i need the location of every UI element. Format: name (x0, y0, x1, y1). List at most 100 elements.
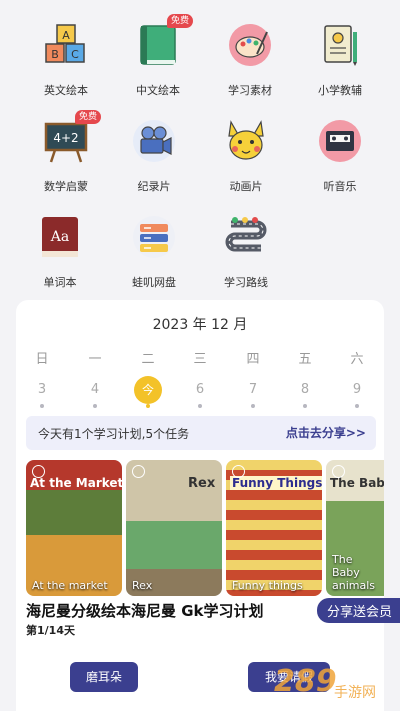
menu-label: 学习路线 (224, 276, 268, 289)
date-row: 3 4 今 6 7 8 9 (16, 376, 384, 408)
chalkboard-text: 4+2 (53, 131, 78, 145)
date-number: 7 (248, 382, 258, 397)
book-caption: At the market (32, 579, 108, 592)
share-link[interactable]: 点击去分享>> (286, 424, 366, 441)
weekday-label: 一 (88, 352, 102, 367)
worksheet-icon (324, 25, 357, 66)
menu-label: 听音乐 (323, 180, 357, 193)
menu-label: 蛙叽网盘 (132, 276, 176, 289)
date-number: 4 (90, 382, 100, 397)
task-dot (40, 404, 44, 408)
task-dot (146, 404, 150, 408)
menu-label: 英文绘本 (44, 84, 88, 97)
select-circle[interactable] (32, 465, 45, 478)
menu-learning-materials[interactable]: 学习素材 (200, 22, 300, 98)
dictionary-text: Aa (50, 229, 69, 245)
road-route-icon (225, 217, 267, 252)
menu-label: 中文绘本 (136, 84, 180, 97)
menu-listen-music[interactable]: 听音乐 (290, 118, 390, 194)
cassette-icon (319, 120, 361, 162)
menu-math-enlightenment[interactable]: 4+2 免费 数学启蒙 (16, 110, 116, 194)
weekday-row: 日 一 二 三 四 五 六 (16, 348, 384, 367)
free-badge: 免费 (74, 110, 101, 124)
menu-label: 单词本 (43, 276, 77, 289)
date-number: 3 (37, 382, 47, 397)
cloud-drive-icon (133, 216, 175, 258)
date-cell-today[interactable]: 今 (133, 376, 163, 408)
menu-label: 小学教辅 (318, 84, 362, 97)
select-circle[interactable] (232, 465, 245, 478)
menu-learning-route[interactable]: 学习路线 (196, 214, 296, 290)
weekday-label: 六 (350, 352, 364, 367)
date-cell[interactable]: 7 (238, 376, 268, 408)
menu-label: 纪录片 (137, 180, 171, 193)
listen-button[interactable]: 磨耳朵 (70, 662, 138, 692)
book-cover[interactable]: The Baby The Baby animals (326, 460, 384, 596)
daily-plan-banner: 今天有1个学习计划,5个任务 点击去分享>> (26, 416, 376, 450)
task-dot (93, 404, 97, 408)
course-progress: 第1/14天 (26, 624, 75, 637)
task-dot (251, 404, 255, 408)
course-title: 海尼曼分级绘本海尼曼 Gk学习计划 (26, 602, 264, 620)
menu-label: 数学启蒙 (44, 180, 88, 193)
book-cover-title: Funny Things (230, 476, 322, 490)
task-dot (355, 404, 359, 408)
book-cover-title: Rex (188, 476, 216, 491)
plan-summary: 今天有1个学习计划,5个任务 (38, 427, 190, 441)
menu-chinese-picture-books[interactable]: 免费 中文绘本 (108, 14, 208, 98)
menu-primary-school-tutoring[interactable]: 小学教辅 (290, 22, 390, 98)
svg-text:A: A (62, 29, 70, 42)
share-vip-button[interactable]: 分享送会员 (316, 598, 400, 623)
menu-english-picture-books[interactable]: A B C 英文绘本 (16, 22, 116, 98)
watermark-number: 289 (274, 664, 337, 699)
book-caption: Funny things (232, 579, 303, 592)
menu-word-book[interactable]: Aa 单词本 (10, 214, 110, 290)
book-cover[interactable]: Funny Things Funny things (226, 460, 322, 596)
abc-blocks-icon: A B C (45, 24, 85, 63)
book-cover-title: At the Market (30, 476, 122, 490)
green-book-icon (140, 25, 176, 65)
date-number: 6 (195, 382, 205, 397)
green-book-icon-wrap: 免费 (135, 14, 193, 68)
free-badge: 免费 (166, 14, 193, 28)
chalkboard-icon: 4+2 (44, 122, 88, 163)
date-cell[interactable]: 8 (290, 376, 320, 408)
task-dot (303, 404, 307, 408)
film-camera-icon (133, 120, 175, 162)
date-cell[interactable]: 4 (80, 376, 110, 408)
book-cover-title: The Baby (330, 476, 384, 490)
date-cell[interactable]: 3 (27, 376, 57, 408)
dictionary-icon: Aa (42, 217, 78, 257)
cartoon-mouse-icon (228, 120, 264, 160)
calendar-month: 2023 年 12 月 (152, 317, 248, 333)
book-cover[interactable]: At the Market At the market (26, 460, 122, 596)
date-number: 9 (352, 382, 362, 397)
book-cover[interactable]: Rex Rex (126, 460, 222, 596)
date-cell[interactable]: 6 (185, 376, 215, 408)
svg-text:B: B (51, 48, 59, 61)
menu-documentaries[interactable]: 纪录片 (104, 118, 204, 194)
palette-icon (229, 24, 271, 66)
book-caption: Rex (132, 579, 153, 592)
book-carousel: At the Market At the market Rex Rex Funn… (26, 460, 384, 596)
weekday-label: 五 (298, 352, 312, 367)
menu-label: 学习素材 (228, 84, 272, 97)
date-number: 8 (300, 382, 310, 397)
learning-plan-card: 2023 年 12 月 日 一 二 三 四 五 六 3 4 今 6 7 8 9 … (16, 300, 400, 711)
menu-label: 动画片 (229, 180, 263, 193)
menu-cartoons[interactable]: 动画片 (196, 118, 296, 194)
task-dot (198, 404, 202, 408)
date-cell[interactable]: 9 (342, 376, 372, 408)
today-marker: 今 (134, 376, 162, 404)
weekday-label: 四 (246, 352, 260, 367)
menu-cloud-drive[interactable]: 蛙叽网盘 (104, 214, 204, 290)
book-caption: The Baby animals (332, 553, 376, 592)
weekday-label: 日 (35, 352, 49, 367)
chalkboard-icon-wrap: 4+2 免费 (43, 110, 101, 164)
select-circle[interactable] (332, 465, 345, 478)
watermark-text: 手游网 (334, 685, 376, 701)
select-circle[interactable] (132, 465, 145, 478)
svg-text:C: C (71, 48, 79, 61)
site-watermark-logo: 289 手游网 (274, 664, 376, 701)
weekday-label: 二 (141, 352, 155, 367)
